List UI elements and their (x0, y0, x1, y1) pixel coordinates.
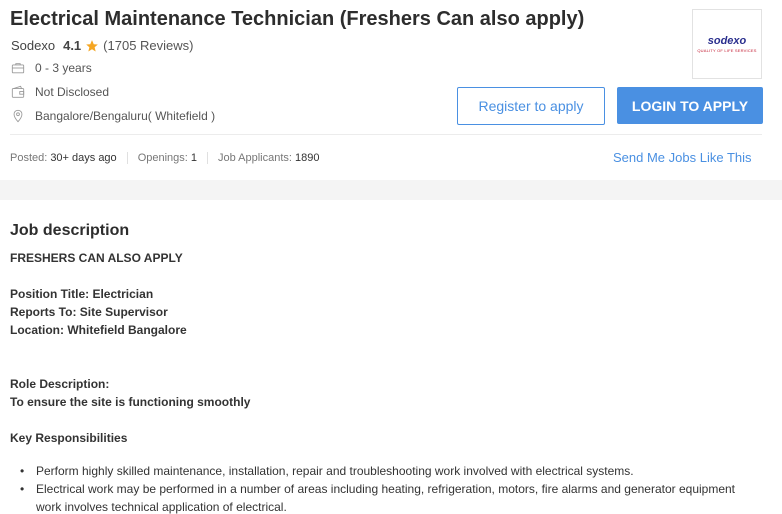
posted-label: Posted: (10, 152, 48, 164)
location-value[interactable]: Bangalore/Bengaluru( Whitefield ) (35, 109, 215, 123)
briefcase-icon (11, 63, 25, 74)
applicants-label: Job Applicants: (217, 152, 292, 164)
send-me-jobs-link[interactable]: Send Me Jobs Like This (613, 150, 752, 165)
job-description-section: Job description FRESHERS CAN ALSO APPLY … (0, 200, 782, 514)
role-description-text: To ensure the site is functioning smooth… (10, 395, 251, 409)
salary-value: Not Disclosed (35, 85, 110, 99)
header-divider (10, 134, 762, 135)
logo-wordmark: sodexo (707, 35, 747, 47)
logo-tagline: QUALITY OF LIFE SERVICES (697, 48, 757, 53)
rating-value: 4.1 (63, 38, 82, 53)
responsibilities-list: Perform highly skilled maintenance, inst… (20, 462, 740, 514)
job-description-heading: Job description (10, 222, 130, 239)
role-description-heading: Role Description: (10, 377, 110, 391)
work-location: Location: Whitefield Bangalore (10, 323, 187, 337)
applicants-stat: Job Applicants: 1890 (206, 152, 329, 164)
login-to-apply-button[interactable]: LOGIN TO APPLY (617, 87, 763, 124)
list-item: Perform highly skilled maintenance, inst… (20, 462, 740, 480)
freshers-note: FRESHERS CAN ALSO APPLY (10, 251, 183, 265)
wallet-icon (11, 85, 25, 98)
position-title: Position Title: Electrician (10, 287, 154, 301)
salary-row: Not Disclosed (11, 85, 109, 99)
star-icon (86, 39, 99, 52)
experience-value: 0 - 3 years (35, 61, 92, 75)
job-title: Electrical Maintenance Technician (Fresh… (10, 8, 585, 30)
job-header: Electrical Maintenance Technician (Fresh… (0, 0, 782, 180)
experience-row: 0 - 3 years (11, 61, 92, 75)
location-row: Bangalore/Bengaluru( Whitefield ) (11, 109, 215, 123)
openings-value: 1 (190, 152, 197, 164)
company-name-link[interactable]: Sodexo (11, 38, 55, 53)
posted-value: 30+ days ago (50, 152, 117, 164)
list-item: Electrical work may be performed in a nu… (20, 480, 740, 514)
job-stats: Posted: 30+ days ago Openings: 1 Job App… (10, 152, 329, 164)
openings-stat: Openings: 1 (126, 152, 207, 164)
register-to-apply-button[interactable]: Register to apply (457, 87, 605, 125)
reports-to: Reports To: Site Supervisor (10, 305, 168, 319)
openings-label: Openings: (137, 152, 188, 164)
posted-stat: Posted: 30+ days ago (10, 152, 127, 164)
company-row: Sodexo 4.1 (1705 Reviews) (11, 38, 194, 53)
reviews-link[interactable]: (1705 Reviews) (103, 38, 193, 53)
company-logo[interactable]: sodexo QUALITY OF LIFE SERVICES (692, 9, 762, 79)
location-pin-icon (13, 109, 23, 123)
key-responsibilities-heading: Key Responsibilities (10, 431, 128, 445)
applicants-value: 1890 (294, 152, 320, 164)
